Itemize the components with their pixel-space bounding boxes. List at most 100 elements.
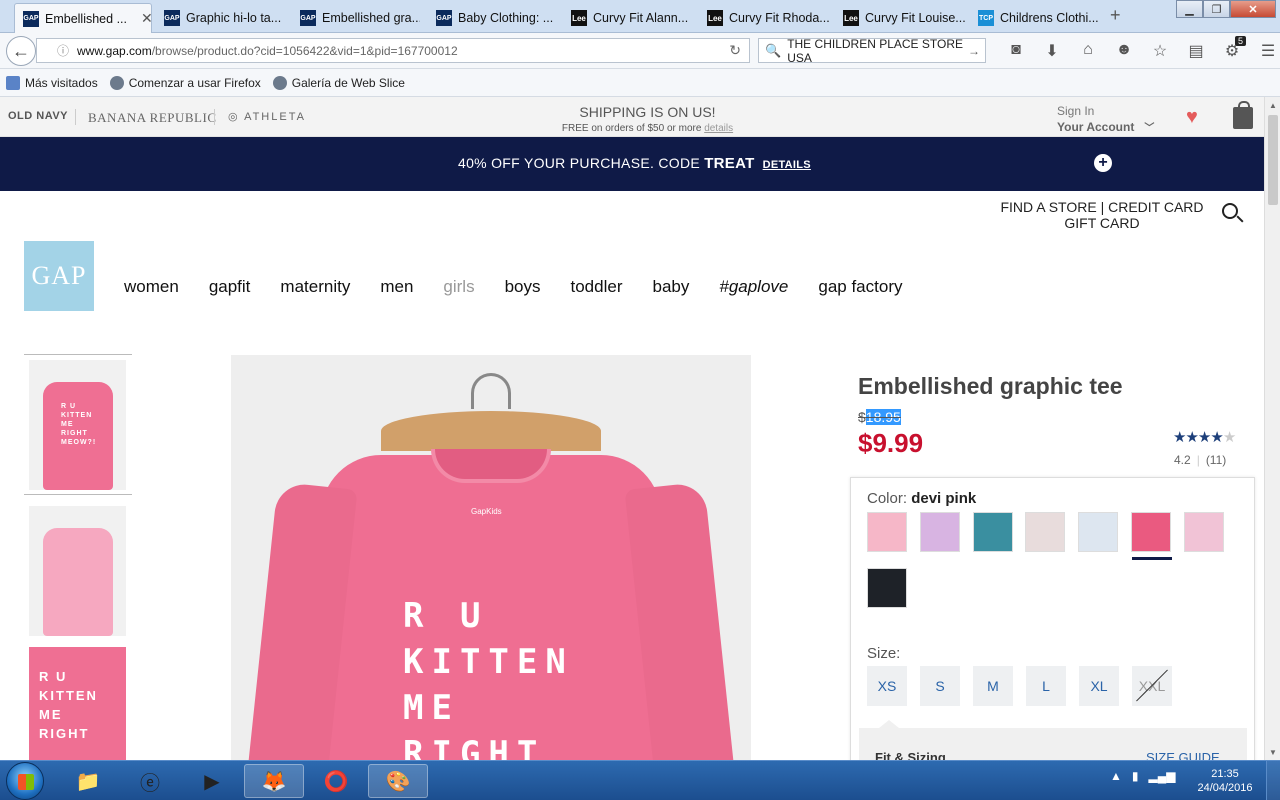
opera-icon[interactable]: ⭕ [306, 764, 366, 798]
bookmark-mas-visitados[interactable]: Más visitados [6, 75, 98, 90]
show-desktop-button[interactable] [1266, 761, 1280, 800]
power-icon[interactable]: ▮ [1132, 769, 1139, 783]
tab-embellished[interactable]: GAP Embellished ... ✕ [14, 3, 152, 33]
show-hidden-icons-icon[interactable]: ▲ [1110, 769, 1122, 783]
minimize-icon[interactable]: ▁ [1176, 0, 1203, 18]
nav-girls[interactable]: girls [443, 277, 474, 297]
nav-boys[interactable]: boys [505, 277, 541, 297]
menu-icon[interactable]: ☰ [1250, 41, 1280, 61]
size-s-button[interactable]: S [920, 666, 960, 706]
media-player-icon[interactable]: ▶ [182, 764, 242, 798]
lee-favicon-icon: Lee [707, 10, 723, 26]
promo-details-link[interactable]: DETAILS [763, 159, 811, 171]
back-arrow-icon[interactable]: ← [6, 36, 36, 66]
size-xl-button[interactable]: XL [1079, 666, 1119, 706]
tcp-favicon-icon: TCP [978, 10, 994, 26]
color-swatch-selected[interactable] [1131, 512, 1172, 560]
thumbnail-back[interactable] [24, 501, 132, 642]
tab-childrens-clothing[interactable]: TCP Childrens Clothi... [970, 3, 1100, 33]
tab-embellished-gra[interactable]: GAP Embellished gra... [292, 3, 420, 33]
reading-list-icon[interactable]: ▤ [1178, 41, 1214, 61]
color-swatch[interactable] [867, 512, 907, 552]
nav-baby[interactable]: baby [652, 277, 689, 297]
banana-republic-link[interactable]: BANANA REPUBLIC [88, 110, 217, 126]
scrollbar-thumb[interactable] [1268, 115, 1278, 205]
favorites-heart-icon[interactable]: ♥ [1186, 106, 1198, 129]
page-info-icon[interactable]: ⓘ [57, 42, 69, 59]
nav-gap-factory[interactable]: gap factory [818, 277, 902, 297]
color-swatch[interactable] [920, 512, 960, 552]
paint-icon[interactable]: 🎨 [368, 764, 428, 798]
clock[interactable]: 21:35 24/04/2016 [1190, 767, 1260, 795]
internet-explorer-icon[interactable]: ⓔ [120, 764, 180, 798]
gap-logo[interactable]: GAP [24, 241, 94, 311]
size-m-button[interactable]: M [973, 666, 1013, 706]
file-explorer-icon[interactable]: 📁 [58, 764, 118, 798]
thumbnail-front[interactable]: R U KITTEN ME RIGHT MEOW?! [24, 354, 132, 495]
pocket-icon[interactable]: ◙ [998, 41, 1034, 61]
bookmark-comenzar-firefox[interactable]: Comenzar a usar Firefox [109, 75, 261, 90]
currency-symbol: $ [858, 409, 866, 425]
shopping-bag-icon[interactable] [1233, 101, 1253, 129]
size-guide-link[interactable]: SIZE GUIDE [1146, 750, 1220, 760]
selected-color-name: devi pink [911, 490, 977, 507]
gift-card-link[interactable]: GIFT CARD [1000, 215, 1204, 231]
close-window-icon[interactable]: ✕ [1230, 0, 1276, 18]
athleta-link[interactable]: ◎ ATHLETA [228, 110, 306, 123]
size-xs-button[interactable]: XS [867, 666, 907, 706]
nav-gaplove[interactable]: #gaplove [719, 277, 788, 297]
bookmark-star-icon[interactable]: ☆ [1142, 41, 1178, 61]
shipping-subtitle: FREE on orders of $50 or more details [555, 123, 740, 134]
review-count-link[interactable]: (11) [1206, 453, 1226, 467]
firefox-icon[interactable]: 🦊 [244, 764, 304, 798]
network-signal-icon[interactable]: ▂▄▆ [1149, 769, 1176, 783]
tab-baby-clothing[interactable]: GAP Baby Clothing: ... [428, 3, 556, 33]
shipping-details-link[interactable]: details [704, 123, 733, 134]
search-bar[interactable]: 🔍 THE CHILDREN PLACE STORE USA → [758, 37, 986, 65]
nav-gapfit[interactable]: gapfit [209, 277, 251, 297]
nav-men[interactable]: men [380, 277, 413, 297]
scroll-up-arrow-icon[interactable]: ▲ [1265, 97, 1280, 113]
find-store-credit-card-link[interactable]: FIND A STORE | CREDIT CARD [1000, 199, 1204, 215]
scroll-down-arrow-icon[interactable]: ▼ [1265, 744, 1280, 760]
color-swatch[interactable] [973, 512, 1013, 552]
gap-favicon-icon: GAP [436, 10, 452, 26]
tab-curvy-louise[interactable]: Lee Curvy Fit Louise... [835, 3, 965, 33]
color-swatch[interactable] [1078, 512, 1118, 552]
url-path: /browse/product.do?cid=1056422&vid=1&pid… [151, 43, 458, 58]
thumbnail-detail[interactable]: R U KITTEN ME RIGHT [24, 642, 132, 760]
start-button[interactable] [6, 762, 44, 800]
address-bar[interactable]: ⓘ www.gap.com/browse/product.do?cid=1056… [36, 38, 750, 63]
reload-icon[interactable]: ↻ [729, 42, 741, 59]
tab-curvy-alann[interactable]: Lee Curvy Fit Alann... [563, 3, 693, 33]
expand-plus-icon[interactable]: + [1094, 154, 1112, 172]
new-tab-icon[interactable]: + [1110, 5, 1121, 26]
rating-stars[interactable]: ★★★★★ [1173, 428, 1236, 446]
nav-women[interactable]: women [124, 277, 179, 297]
promo-banner: 40% OFF YOUR PURCHASE. CODE TREAT DETAILS… [0, 137, 1264, 191]
search-go-arrow-icon[interactable]: → [968, 44, 980, 58]
bookmark-web-slice[interactable]: Galería de Web Slice [272, 75, 405, 90]
maximize-icon[interactable]: ❐ [1203, 0, 1230, 18]
site-search-icon[interactable] [1222, 203, 1238, 219]
color-swatch[interactable] [1025, 512, 1065, 552]
tab-curvy-rhoda[interactable]: Lee Curvy Fit Rhoda... [699, 3, 829, 33]
color-swatch[interactable] [1184, 512, 1224, 552]
home-icon[interactable]: ⌂ [1070, 41, 1106, 61]
size-xxl-button-unavailable[interactable]: XXL [1132, 666, 1172, 706]
color-swatch[interactable] [867, 568, 907, 608]
page-scrollbar[interactable]: ▲ ▼ [1264, 97, 1280, 760]
old-navy-link[interactable]: OLD NAVY [8, 110, 68, 122]
main-product-image[interactable]: GapKids R U KITTEN ME RIGHT [231, 355, 751, 760]
extension-icon[interactable]: ⚙ 5 [1214, 36, 1250, 61]
account-menu[interactable]: Sign In Your Account ﹀ [1057, 103, 1154, 137]
tab-graphic-hilo[interactable]: GAP Graphic hi-lo ta... [156, 3, 284, 33]
chat-icon[interactable]: ☻ [1106, 41, 1142, 61]
download-icon[interactable]: ⬇ [1034, 41, 1070, 61]
fit-sizing-section[interactable]: Fit & Sizing SIZE GUIDE [859, 720, 1247, 760]
nav-toddler[interactable]: toddler [571, 277, 623, 297]
close-tab-icon[interactable]: ✕ [141, 10, 151, 27]
nav-maternity[interactable]: maternity [280, 277, 350, 297]
size-l-button[interactable]: L [1026, 666, 1066, 706]
fit-sizing-label: Fit & Sizing [875, 750, 946, 760]
